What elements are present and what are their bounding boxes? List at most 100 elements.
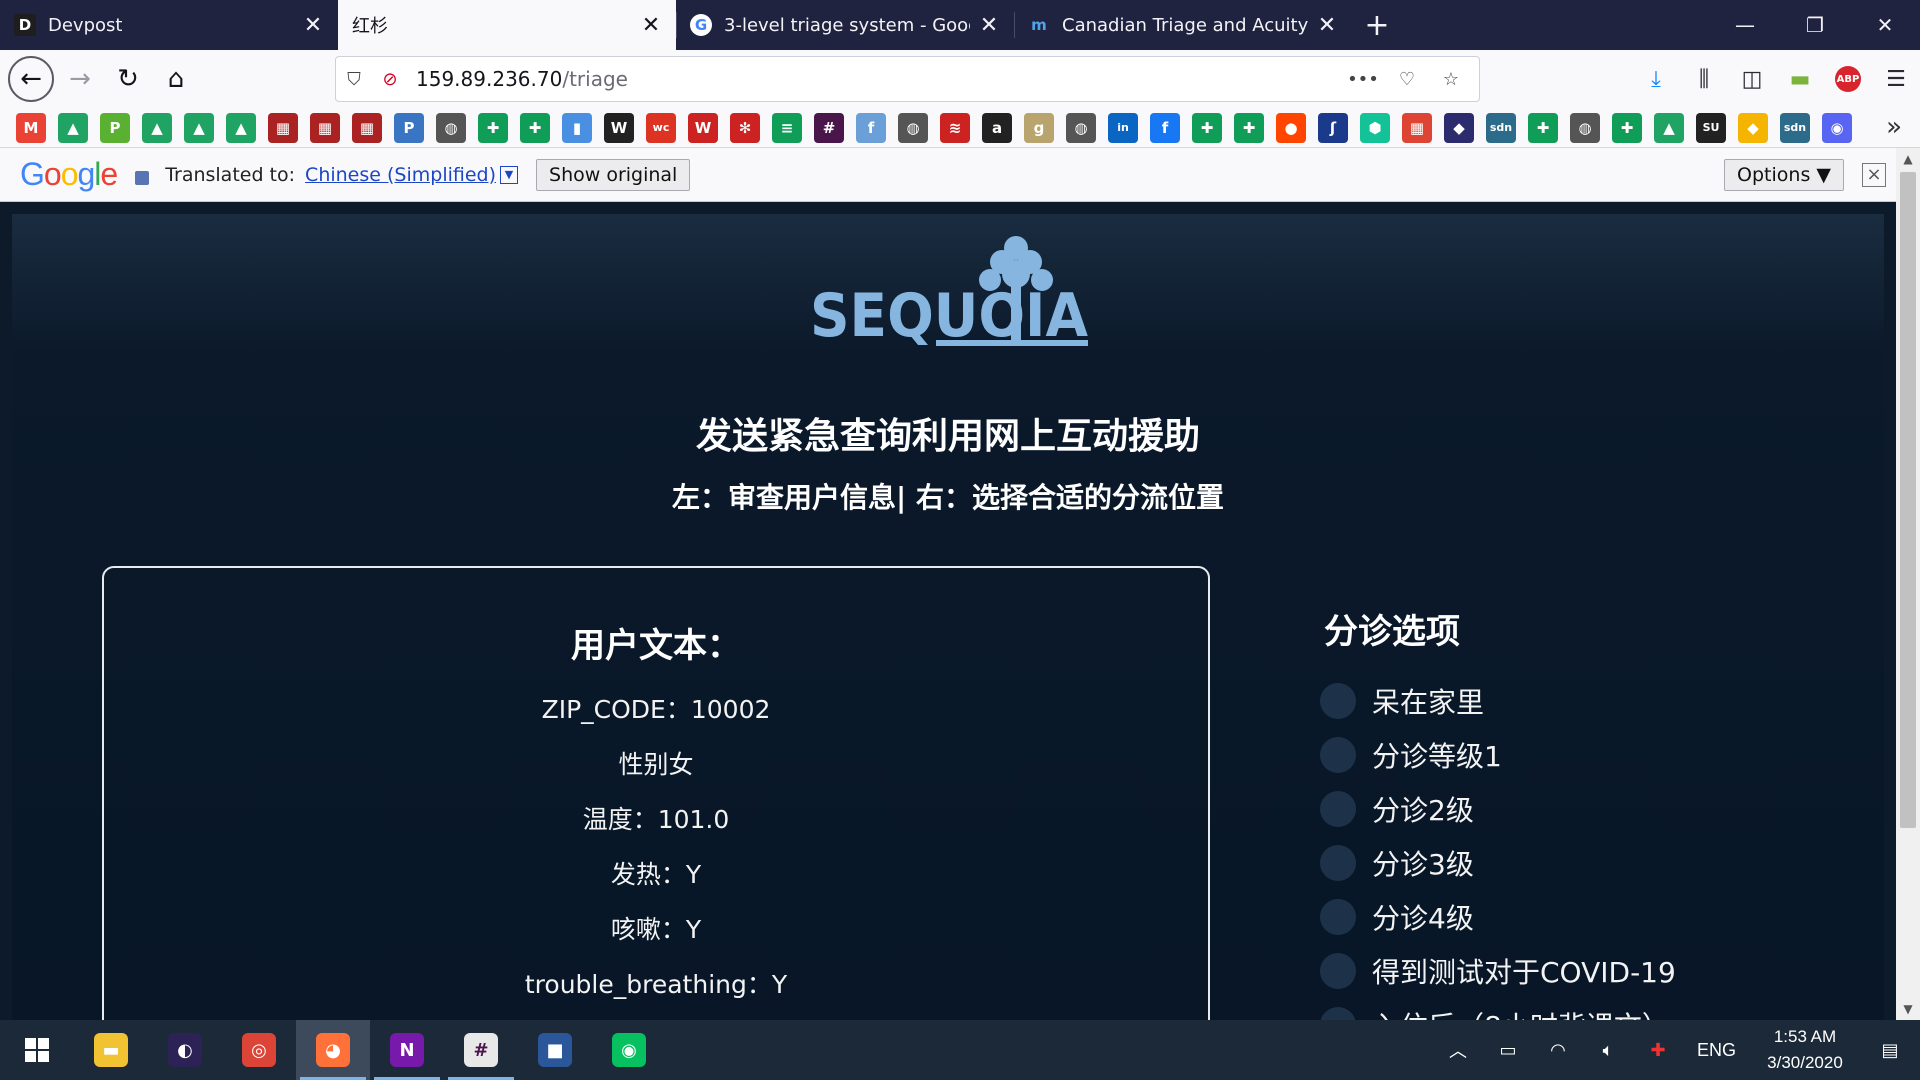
sidebar-icon[interactable]: ◫	[1728, 55, 1776, 103]
chevron-up-icon[interactable]: ︿	[1433, 1037, 1483, 1063]
language-dropdown-icon[interactable]: ▼	[500, 165, 519, 184]
tab-devpost[interactable]: D Devpost ✕	[0, 0, 338, 50]
options-button[interactable]: Options ▼	[1724, 158, 1844, 191]
taskbar-app-wechat[interactable]: ◉	[592, 1020, 666, 1080]
restore-icon[interactable]: ❐	[1780, 0, 1850, 50]
shield-icon[interactable]: ⛉	[336, 61, 372, 97]
triage-option[interactable]: 入住后（8小时背课文）	[1320, 998, 1676, 1020]
adblock-icon[interactable]: ABP	[1824, 55, 1872, 103]
discord-icon[interactable]: ◉	[1822, 112, 1852, 143]
taskbar-app-security[interactable]: ■	[518, 1020, 592, 1080]
drive-icon[interactable]: ▲	[142, 112, 172, 143]
shield-icon[interactable]: ▦	[268, 112, 298, 143]
triage-option[interactable]: 得到测试对于COVID-19	[1320, 944, 1676, 998]
scroll-thumb[interactable]	[1900, 172, 1916, 828]
sheets-icon[interactable]: ≡	[772, 112, 802, 143]
boa-icon[interactable]: ≋	[940, 112, 970, 143]
radio-button[interactable]	[1320, 1007, 1356, 1020]
forward-button[interactable]: →	[58, 57, 102, 101]
wsj-icon[interactable]: W	[604, 112, 634, 143]
close-tab-icon[interactable]: ✕	[640, 13, 662, 38]
triage-option[interactable]: 分诊3级	[1320, 836, 1676, 890]
sdn-icon[interactable]: sdn	[1780, 112, 1810, 143]
scroll-down-icon[interactable]: ▼	[1896, 998, 1920, 1020]
close-tab-icon[interactable]: ✕	[1316, 13, 1338, 38]
plus-icon[interactable]: ✚	[1234, 112, 1264, 143]
radio-button[interactable]	[1320, 953, 1356, 989]
drive-icon[interactable]: ▲	[184, 112, 214, 143]
plus-icon[interactable]: ✚	[520, 112, 550, 143]
input-language[interactable]: ENG	[1697, 1040, 1736, 1061]
close-translate-icon[interactable]: ×	[1862, 162, 1886, 187]
hex-icon[interactable]: ⬢	[1360, 112, 1390, 143]
address-bar[interactable]: ⛉ ⊘ 159.89.236.70/triage ••• ♡ ☆	[335, 56, 1480, 102]
taskbar-app-file-explorer[interactable]: ▬	[74, 1020, 148, 1080]
plus-icon[interactable]: ✚	[478, 112, 508, 143]
reload-button[interactable]: ↻	[106, 57, 150, 101]
battery-icon[interactable]: ▭	[1483, 1040, 1533, 1061]
volume-icon[interactable]: 🔈︎	[1583, 1040, 1633, 1061]
triage-option[interactable]: 分诊4级	[1320, 890, 1676, 944]
globe-icon[interactable]: ◍	[898, 112, 928, 143]
reddit-icon[interactable]: ●	[1276, 112, 1306, 143]
close-tab-icon[interactable]: ✕	[978, 13, 1000, 38]
triage-option[interactable]: 分诊2级	[1320, 782, 1676, 836]
radio-button[interactable]	[1320, 737, 1356, 773]
hat-icon[interactable]: ◆	[1444, 112, 1474, 143]
downloads-icon[interactable]: ⤓	[1632, 55, 1680, 103]
menu-icon[interactable]: ☰	[1872, 55, 1920, 103]
extension-icon[interactable]: ▬	[1776, 55, 1824, 103]
taskbar-app-chrome[interactable]: ◎	[222, 1020, 296, 1080]
clock[interactable]: 1:53 AM 3/30/2020	[1750, 1024, 1860, 1076]
wc-icon[interactable]: wc	[646, 112, 676, 143]
plus-icon[interactable]: ✚	[1192, 112, 1222, 143]
gmail-icon[interactable]: M	[16, 112, 46, 143]
tab-google-search[interactable]: G 3-level triage system - Google S ✕	[676, 0, 1014, 50]
wifi-icon[interactable]: ◠	[1533, 1040, 1583, 1061]
globe-icon[interactable]: ◍	[436, 112, 466, 143]
show-original-button[interactable]: Show original	[536, 158, 691, 191]
radio-button[interactable]	[1320, 899, 1356, 935]
new-tab-button[interactable]: +	[1352, 0, 1402, 50]
snowflake-icon[interactable]: ✻	[730, 112, 760, 143]
chart-icon[interactable]: ▮	[562, 112, 592, 143]
start-button[interactable]	[0, 1020, 74, 1080]
tab-sequoia[interactable]: 红杉 ✕	[338, 0, 676, 50]
scroll-up-icon[interactable]: ▲	[1896, 148, 1920, 170]
cube-icon[interactable]: ◆	[1738, 112, 1768, 143]
p-icon[interactable]: P	[394, 112, 424, 143]
radio-button[interactable]	[1320, 683, 1356, 719]
minimize-icon[interactable]: —	[1710, 0, 1780, 50]
shield-icon[interactable]: ▦	[352, 112, 382, 143]
grid-icon[interactable]: ▦	[1402, 112, 1432, 143]
pocket-icon[interactable]: ♡	[1389, 61, 1425, 97]
feather-icon[interactable]: ʃ	[1318, 112, 1348, 143]
slack-icon[interactable]: #	[814, 112, 844, 143]
shield-icon[interactable]: ▦	[310, 112, 340, 143]
taskbar-app-eclipse[interactable]: ◐	[148, 1020, 222, 1080]
notifications-icon[interactable]: ▤	[1860, 1040, 1920, 1061]
su-icon[interactable]: SU	[1696, 112, 1726, 143]
drive-icon[interactable]: ▲	[58, 112, 88, 143]
taskbar-app-firefox[interactable]: ◕	[296, 1020, 370, 1080]
radio-button[interactable]	[1320, 791, 1356, 827]
back-button[interactable]: ←	[8, 56, 54, 102]
triage-option[interactable]: 呆在家里	[1320, 674, 1676, 728]
bookmark-icon[interactable]: P	[100, 112, 130, 143]
globe-icon[interactable]: ◍	[1066, 112, 1096, 143]
home-button[interactable]: ⌂	[154, 57, 198, 101]
library-icon[interactable]: ⫼	[1680, 55, 1728, 103]
linkedin-icon[interactable]: in	[1108, 112, 1138, 143]
bookmark-star-icon[interactable]: ☆	[1433, 61, 1469, 97]
page-scrollbar[interactable]: ▲ ▼	[1896, 148, 1920, 1020]
sdn-icon[interactable]: sdn	[1486, 112, 1516, 143]
triage-option[interactable]: 分诊等级1	[1320, 728, 1676, 782]
radio-button[interactable]	[1320, 845, 1356, 881]
w-icon[interactable]: W	[688, 112, 718, 143]
plus-icon[interactable]: ✚	[1612, 112, 1642, 143]
drive-icon[interactable]: ▲	[1654, 112, 1684, 143]
amazon-icon[interactable]: a	[982, 112, 1012, 143]
language-link[interactable]: Chinese (Simplified)	[305, 164, 496, 186]
gift-icon[interactable]: ✚	[1633, 1040, 1683, 1061]
drive-icon[interactable]: ▲	[226, 112, 256, 143]
